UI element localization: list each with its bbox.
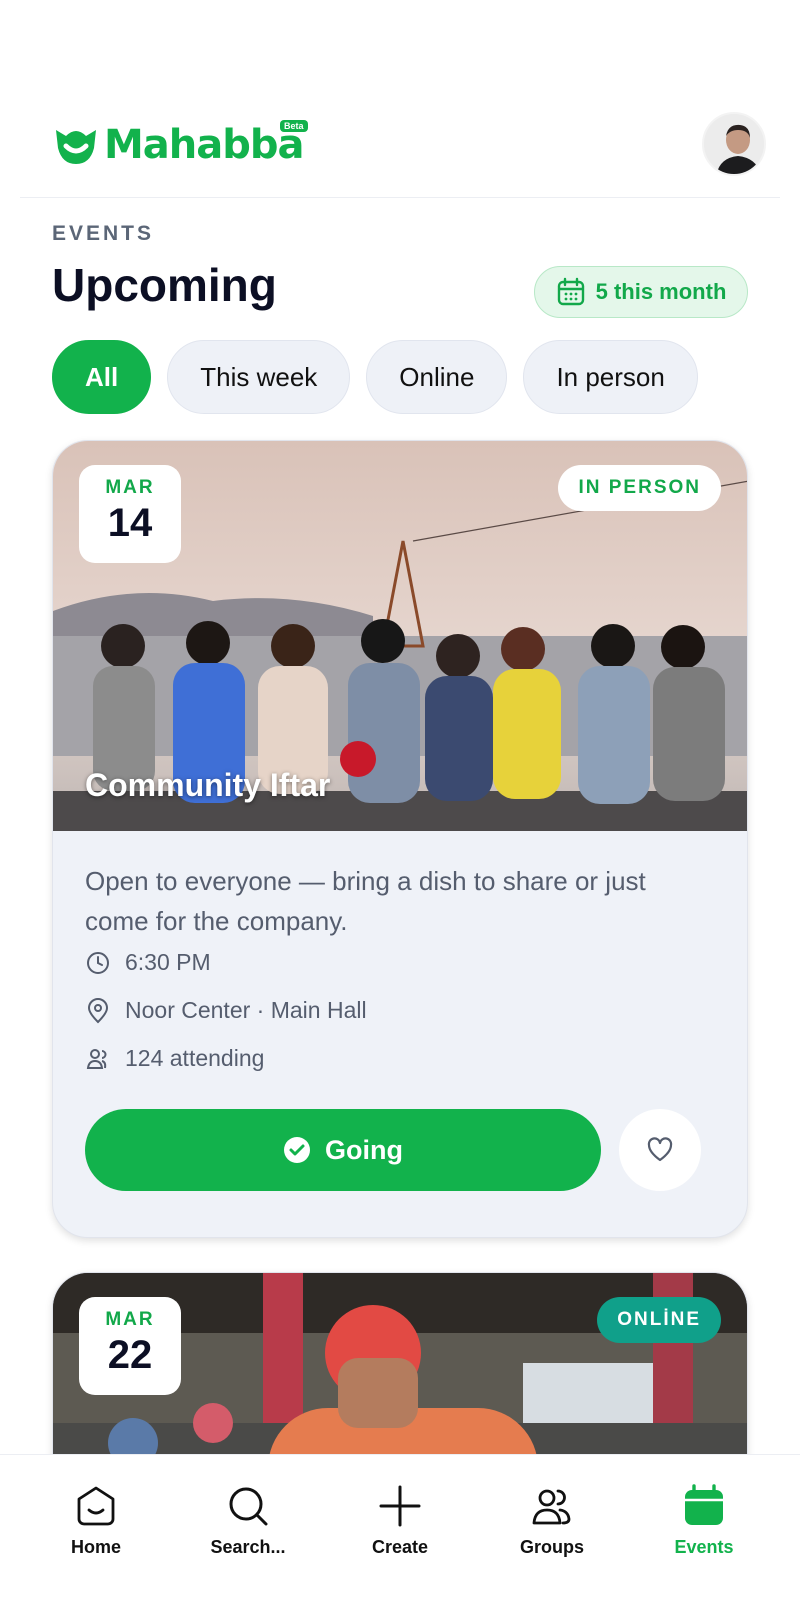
beta-badge: Beta bbox=[280, 120, 308, 132]
going-button[interactable]: Going bbox=[85, 1109, 601, 1191]
event-time-row: 6:30 PM bbox=[85, 949, 211, 976]
calendar-icon bbox=[685, 1484, 723, 1525]
event-time: 6:30 PM bbox=[125, 949, 211, 975]
nav-search[interactable]: Search... bbox=[183, 1455, 313, 1600]
event-day: 22 bbox=[107, 1333, 153, 1377]
app-header: Mahabba Beta bbox=[20, 100, 780, 198]
groups-icon bbox=[532, 1489, 571, 1525]
nav-home[interactable]: Home bbox=[31, 1455, 161, 1600]
heart-icon bbox=[647, 1137, 673, 1162]
nav-groups-label: Groups bbox=[519, 1537, 584, 1557]
section-eyebrow: EVENTS bbox=[52, 222, 155, 245]
event-card[interactable]: MAR 14 IN PERSON Community Iftar Open to… bbox=[52, 440, 748, 1238]
nav-create[interactable]: Create bbox=[335, 1455, 465, 1600]
nav-create-label: Create bbox=[371, 1537, 429, 1557]
app-logo[interactable]: Mahabba Beta bbox=[52, 120, 308, 168]
event-location: Noor Center · Main Hall bbox=[125, 997, 367, 1023]
nav-events-label: Events bbox=[674, 1537, 734, 1557]
event-description: Open to everyone — bring a dish to share… bbox=[85, 866, 646, 936]
app-name: Mahabba bbox=[104, 122, 305, 168]
calendar-icon bbox=[557, 277, 584, 306]
event-date-badge: MAR 14 bbox=[79, 465, 181, 563]
filter-chip-all[interactable]: All bbox=[52, 340, 152, 414]
month-count-badge[interactable]: 5 this month bbox=[534, 266, 748, 318]
filter-chip-in-person[interactable]: In person bbox=[523, 340, 698, 414]
filter-chip-online[interactable]: Online bbox=[366, 340, 508, 414]
check-circle-icon bbox=[284, 1137, 310, 1163]
nav-groups[interactable]: Groups bbox=[487, 1455, 617, 1600]
event-type-badge: IN PERSON bbox=[558, 465, 721, 511]
user-avatar[interactable] bbox=[702, 112, 766, 176]
nav-search-label: Search... bbox=[210, 1537, 286, 1557]
filter-chip-this-week[interactable]: This week bbox=[167, 340, 351, 414]
clock-icon bbox=[87, 951, 109, 974]
event-attendance-row: 124 attending bbox=[85, 1045, 264, 1072]
logo-mark-icon bbox=[56, 130, 96, 164]
event-attending: 124 attending bbox=[125, 1045, 265, 1071]
bottom-navigation: Home Search... Create Groups Events bbox=[0, 1454, 800, 1600]
nav-events[interactable]: Events bbox=[639, 1455, 769, 1600]
going-button-label: Going bbox=[325, 1134, 403, 1165]
location-pin-icon bbox=[87, 997, 109, 1023]
month-count-label: 5 this month bbox=[595, 279, 727, 304]
event-title[interactable]: Community Iftar bbox=[85, 767, 330, 804]
event-type-badge: ONLİNE bbox=[597, 1297, 721, 1343]
event-date-badge: MAR 22 bbox=[79, 1297, 181, 1395]
nav-home-label: Home bbox=[70, 1537, 121, 1557]
page-title: Upcoming bbox=[52, 259, 277, 311]
filter-chips: All This week Online In person bbox=[52, 340, 698, 414]
search-icon bbox=[229, 1487, 268, 1526]
people-icon bbox=[86, 1048, 107, 1069]
event-location-row: Noor Center · Main Hall bbox=[85, 997, 367, 1024]
home-icon bbox=[77, 1486, 115, 1526]
plus-icon bbox=[379, 1485, 421, 1527]
event-month: MAR bbox=[105, 477, 155, 498]
event-day: 14 bbox=[107, 501, 153, 545]
favorite-button[interactable] bbox=[619, 1109, 701, 1191]
event-month: MAR bbox=[105, 1309, 155, 1330]
